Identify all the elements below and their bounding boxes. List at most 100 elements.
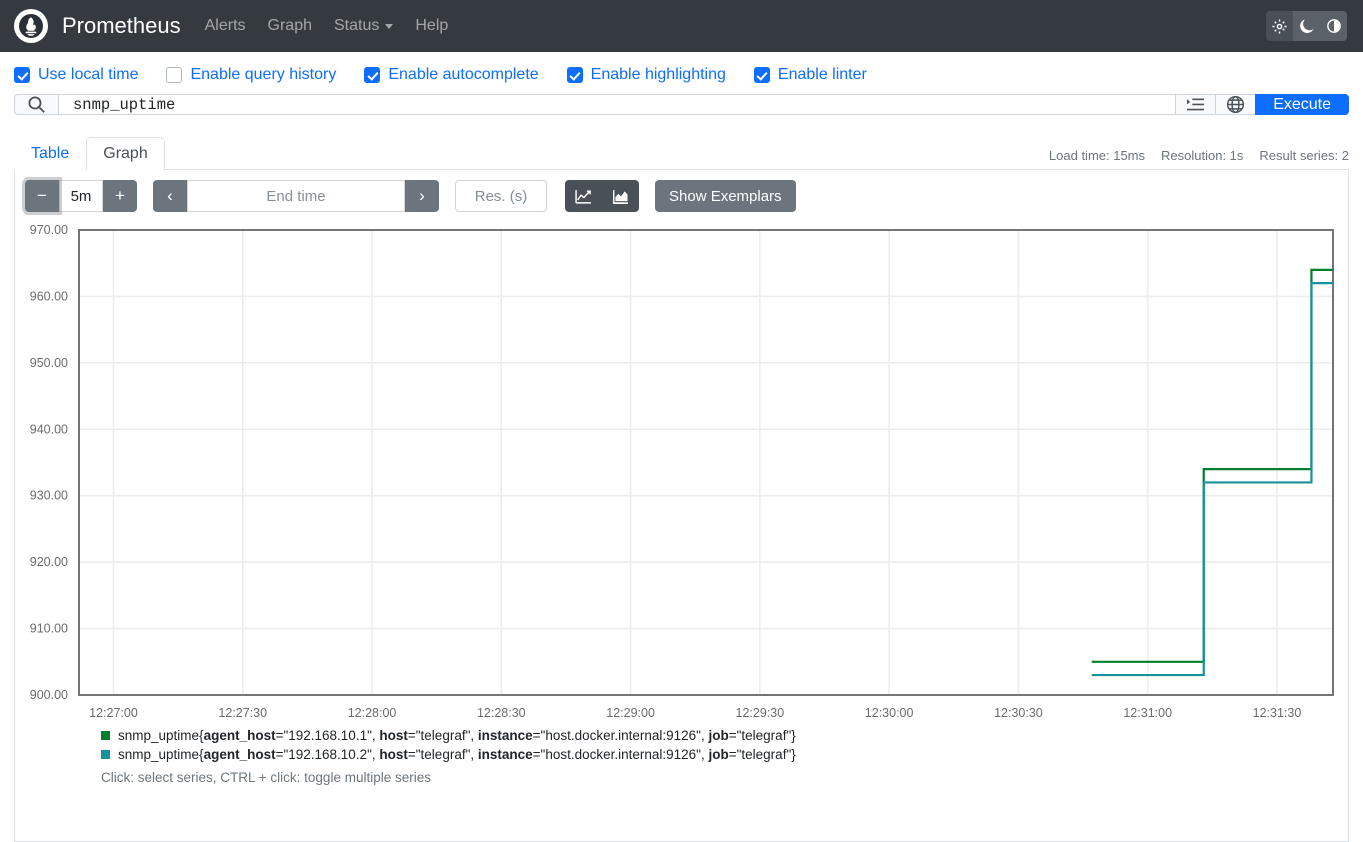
- y-axis-tick-label: 940.00: [30, 422, 68, 436]
- y-axis-tick-label: 920.00: [30, 555, 68, 569]
- x-axis-tick-label: 12:29:30: [736, 706, 785, 720]
- legend-item[interactable]: snmp_uptime{agent_host="192.168.10.1", h…: [15, 726, 1348, 745]
- stacked-area-chart-icon: [613, 189, 628, 204]
- option-label[interactable]: Enable autocomplete: [388, 66, 538, 84]
- enable-query-history-checkbox[interactable]: [166, 67, 183, 83]
- y-axis-tick-label: 900.00: [30, 688, 68, 702]
- execute-button[interactable]: Execute: [1255, 94, 1349, 115]
- theme-dark-button[interactable]: [1293, 11, 1320, 41]
- execute-label: Execute: [1273, 95, 1331, 113]
- nav-links: Alerts Graph Status Help: [205, 17, 449, 35]
- line-chart-button[interactable]: [565, 180, 602, 212]
- use-local-time-checkbox[interactable]: [14, 67, 30, 83]
- chevron-down-icon: [385, 23, 394, 29]
- x-axis-tick-label: 12:27:00: [89, 706, 138, 720]
- sun-icon: [1272, 18, 1287, 34]
- option-label[interactable]: Enable query history: [190, 66, 336, 84]
- query-options-row: Use local time Enable query history Enab…: [0, 52, 1363, 94]
- legend-hint: Click: select series, CTRL + click: togg…: [101, 770, 431, 785]
- tab-graph[interactable]: Graph: [86, 137, 165, 171]
- y-axis-tick-label: 970.00: [30, 223, 68, 237]
- tab-underline: [164, 169, 1349, 170]
- legend-label[interactable]: snmp_uptime{agent_host="192.168.10.2", h…: [118, 747, 796, 762]
- show-exemplars-button[interactable]: Show Exemplars: [655, 180, 796, 212]
- result-tabs: Table Graph: [14, 137, 165, 171]
- enable-autocomplete-checkbox[interactable]: [364, 67, 381, 83]
- search-icon: [14, 94, 58, 115]
- chart-series-line: [1091, 282, 1333, 677]
- tab-table[interactable]: Table: [14, 137, 86, 171]
- y-axis-tick-label: 950.00: [30, 356, 68, 370]
- range-input[interactable]: 5m: [59, 180, 103, 212]
- option-enable-query-history[interactable]: Enable query history: [166, 66, 336, 84]
- y-axis-tick-label: 930.00: [30, 489, 68, 503]
- enable-highlighting-checkbox[interactable]: [566, 67, 583, 83]
- brand-title[interactable]: Prometheus: [62, 13, 181, 39]
- result-series: Result series: 2: [1259, 148, 1349, 163]
- load-time: Load time: 15ms: [1048, 148, 1146, 163]
- nav-item-status[interactable]: Status: [334, 17, 394, 35]
- x-axis-tick-label: 12:29:00: [606, 706, 655, 720]
- metrics-explorer-icon: [1187, 98, 1205, 111]
- x-axis-tick-label: 12:31:00: [1123, 706, 1172, 720]
- decrease-range-button[interactable]: −: [25, 180, 59, 212]
- nav-item-alerts[interactable]: Alerts: [205, 17, 246, 35]
- moon-icon: [1299, 19, 1314, 33]
- query-stats: Load time: 15ms Resolution: 1s Result se…: [1049, 148, 1349, 163]
- y-axis-tick-label: 910.00: [30, 622, 68, 636]
- metrics-explorer-button[interactable]: [1175, 94, 1216, 115]
- graph-chart[interactable]: 900.00 910.00 920.00 930.00 940.00 950.00 960.…: [15, 220, 1348, 720]
- x-axis-tick-label: 12:30:30: [994, 706, 1043, 720]
- x-axis-tick-label: 12:28:00: [348, 706, 397, 720]
- globe-icon: [1227, 95, 1245, 114]
- legend-swatch: [99, 748, 112, 761]
- query-input[interactable]: snmp_uptime: [58, 94, 1176, 115]
- nav-label: Graph: [267, 17, 312, 34]
- x-axis-tick-label: 12:27:30: [218, 706, 267, 720]
- theme-auto-button[interactable]: [1320, 11, 1347, 41]
- previous-time-button[interactable]: ‹: [153, 180, 187, 212]
- query-text: snmp_uptime: [73, 95, 176, 114]
- y-axis-tick-label: 960.00: [30, 289, 68, 303]
- option-label[interactable]: Enable linter: [778, 66, 867, 84]
- option-enable-linter[interactable]: Enable linter: [753, 66, 867, 84]
- next-time-button[interactable]: ›: [405, 180, 439, 212]
- nav-label: Alerts: [204, 17, 246, 34]
- x-axis-tick-label: 12:30:00: [865, 706, 914, 720]
- stacked-chart-button[interactable]: [602, 180, 639, 212]
- resolution-input[interactable]: Res. (s): [455, 180, 547, 212]
- line-chart-icon: [575, 189, 591, 204]
- x-axis-tick-label: 12:28:30: [477, 706, 526, 720]
- nav-label: Help: [415, 17, 449, 34]
- chart-svg[interactable]: 900.00 910.00 920.00 930.00 940.00 950.00 960.…: [15, 220, 1346, 720]
- nav-item-graph[interactable]: Graph: [268, 17, 312, 35]
- graph-panel: − 5m + ‹ End time › Res. (s) Show Exempl…: [14, 170, 1349, 842]
- option-use-local-time[interactable]: Use local time: [14, 66, 138, 84]
- query-bar: snmp_uptime Execute: [0, 94, 1363, 115]
- chart-type-group: [565, 180, 639, 212]
- option-label[interactable]: Enable highlighting: [591, 66, 726, 84]
- option-enable-highlighting[interactable]: Enable highlighting: [566, 66, 726, 84]
- chart-legend: snmp_uptime{agent_host="192.168.10.1", h…: [15, 720, 1348, 785]
- legend-swatch: [99, 729, 112, 742]
- nav-label: Status: [334, 17, 380, 34]
- theme-light-button[interactable]: [1266, 11, 1293, 41]
- result-tabs-row: Table Graph Load time: 15ms Resolution: …: [0, 115, 1363, 171]
- navbar: Prometheus Alerts Graph Status Help: [0, 0, 1363, 52]
- option-label[interactable]: Use local time: [38, 66, 138, 84]
- legend-label[interactable]: snmp_uptime{agent_host="192.168.10.1", h…: [118, 728, 796, 743]
- option-enable-autocomplete[interactable]: Enable autocomplete: [364, 66, 539, 84]
- range-control-group: − 5m +: [25, 180, 137, 212]
- increase-range-button[interactable]: +: [103, 180, 137, 212]
- nav-item-help[interactable]: Help: [415, 17, 448, 35]
- theme-switcher: [1266, 11, 1347, 41]
- prometheus-logo-icon[interactable]: [14, 9, 48, 43]
- enable-linter-checkbox[interactable]: [753, 67, 770, 83]
- graph-controls: − 5m + ‹ End time › Res. (s) Show Exempl…: [15, 180, 1348, 220]
- end-time-input[interactable]: End time: [187, 180, 405, 212]
- end-time-control-group: ‹ End time ›: [153, 180, 439, 212]
- legend-item[interactable]: snmp_uptime{agent_host="192.168.10.2", h…: [15, 745, 1348, 764]
- half-circle-icon: [1326, 19, 1341, 33]
- x-axis-tick-label: 12:31:30: [1253, 706, 1302, 720]
- globe-button[interactable]: [1215, 94, 1256, 115]
